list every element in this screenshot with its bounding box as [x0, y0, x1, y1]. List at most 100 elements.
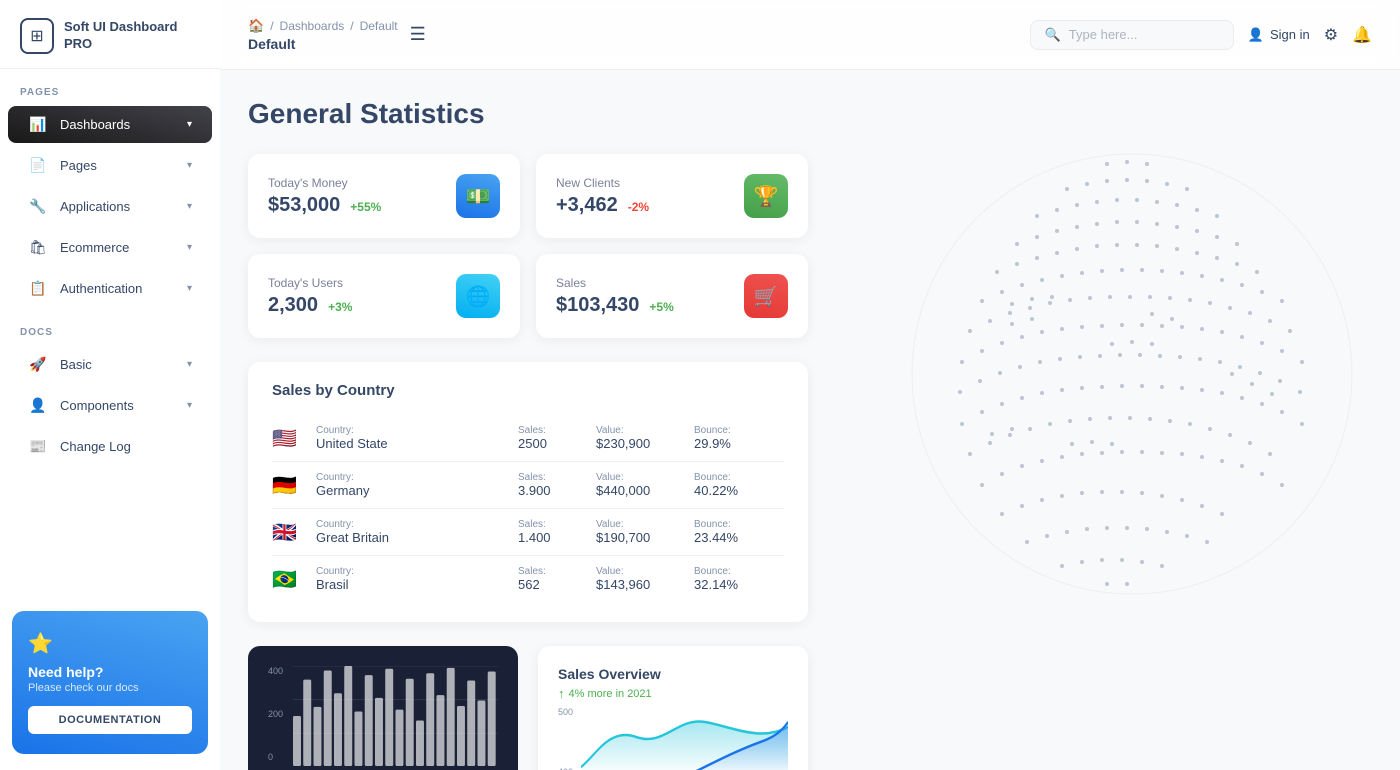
- help-title: Need help?: [28, 664, 192, 680]
- stat-money-icon: 💵: [456, 174, 500, 218]
- user-icon: 👤: [1248, 27, 1264, 43]
- sidebar-components-label: Components: [60, 398, 175, 413]
- value-us: $230,900: [596, 436, 686, 451]
- logo-icon: ⊞: [20, 18, 54, 54]
- stat-clients-label: New Clients: [556, 176, 649, 190]
- sidebar-item-pages[interactable]: 📄 Pages ▾: [8, 147, 212, 184]
- sales-overview-trend-icon: ↑: [558, 686, 565, 701]
- breadcrumb-dashboards[interactable]: Dashboards: [280, 19, 345, 33]
- logo-text: Soft UI Dashboard PRO: [64, 19, 200, 53]
- sidebar-help-card: ⭐ Need help? Please check our docs DOCUM…: [12, 611, 208, 754]
- sales-de: 3.900: [518, 483, 588, 498]
- pages-icon: 📄: [28, 157, 48, 174]
- sidebar-item-dashboards[interactable]: 📊 Dashboards ▾: [8, 106, 212, 143]
- topbar-right: 🔍 👤 Sign in ⚙ 🔔: [1030, 20, 1372, 50]
- page-title: General Statistics: [248, 98, 1372, 130]
- flag-br: 🇧🇷: [272, 567, 308, 592]
- stat-clients-icon: 🏆: [744, 174, 788, 218]
- stat-users-change: +3%: [328, 300, 352, 314]
- sidebar-changelog-label: Change Log: [60, 439, 192, 454]
- stat-money-label: Today's Money: [268, 176, 381, 190]
- help-star-icon: ⭐: [28, 631, 192, 656]
- ecommerce-icon: 🛍: [28, 239, 48, 256]
- flag-de: 🇩🇪: [272, 473, 308, 498]
- stat-clients-change: -2%: [628, 200, 649, 214]
- country-row-br: 🇧🇷 Country: Brasil Sales: 562 Value: $14…: [272, 556, 784, 602]
- stat-money-change: +55%: [350, 200, 381, 214]
- pages-section-label: PAGES: [0, 69, 220, 104]
- sidebar-item-changelog[interactable]: 📰 Change Log: [8, 428, 212, 465]
- country-name-br: Brasil: [316, 577, 510, 592]
- stat-card-users: Today's Users 2,300 +3% 🌐: [248, 254, 520, 338]
- breadcrumb-current-page: Default: [248, 36, 398, 52]
- authentication-chevron-icon: ▾: [187, 283, 192, 294]
- country-name-de: Germany: [316, 483, 510, 498]
- sign-in-button[interactable]: 👤 Sign in: [1248, 27, 1310, 43]
- sales-gb: 1.400: [518, 530, 588, 545]
- applications-chevron-icon: ▾: [187, 201, 192, 212]
- topbar: 🏠 / Dashboards / Default Default ☰ 🔍 👤 S…: [220, 0, 1400, 70]
- hamburger-menu-icon[interactable]: ☰: [410, 24, 426, 45]
- search-input[interactable]: [1069, 27, 1219, 42]
- sales-line-chart: [581, 707, 788, 770]
- bell-icon[interactable]: 🔔: [1352, 25, 1372, 45]
- documentation-button[interactable]: DOCUMENTATION: [28, 706, 192, 734]
- globe-area: [832, 154, 1372, 770]
- stat-users-label: Today's Users: [268, 276, 352, 290]
- sales-by-country-section: Sales by Country 🇺🇸 Country: United Stat…: [248, 362, 808, 622]
- y-label-400: 400: [268, 666, 283, 676]
- stat-users-icon: 🌐: [456, 274, 500, 318]
- search-box[interactable]: 🔍: [1030, 20, 1234, 50]
- value-de: $440,000: [596, 483, 686, 498]
- sales-overview-card: Sales Overview ↑ 4% more in 2021 500 400: [538, 646, 808, 770]
- basic-icon: 🚀: [28, 356, 48, 373]
- country-row-gb: 🇬🇧 Country: Great Britain Sales: 1.400 V…: [272, 509, 784, 556]
- sales-y-500: 500: [558, 707, 573, 717]
- sidebar-logo: ⊞ Soft UI Dashboard PRO: [0, 0, 220, 69]
- sidebar-item-authentication[interactable]: 📋 Authentication ▾: [8, 270, 212, 307]
- help-subtitle: Please check our docs: [28, 682, 192, 694]
- sales-overview-subtitle: 4% more in 2021: [569, 688, 652, 700]
- y-label-200: 200: [268, 709, 283, 719]
- home-icon: 🏠: [248, 18, 264, 34]
- bounce-de: 40.22%: [694, 483, 784, 498]
- breadcrumb-sep-2: /: [350, 19, 353, 33]
- value-gb: $190,700: [596, 530, 686, 545]
- dashboards-icon: 📊: [28, 116, 48, 133]
- breadcrumb-default-link[interactable]: Default: [360, 19, 398, 33]
- ecommerce-chevron-icon: ▾: [187, 242, 192, 253]
- bounce-us: 29.9%: [694, 436, 784, 451]
- stat-sales-icon: 🛒: [744, 274, 788, 318]
- components-chevron-icon: ▾: [187, 400, 192, 411]
- sales-us: 2500: [518, 436, 588, 451]
- settings-icon[interactable]: ⚙: [1324, 25, 1338, 45]
- country-name-us: United State: [316, 436, 510, 451]
- components-icon: 👤: [28, 397, 48, 414]
- bottom-charts: 400 200 0: [248, 646, 808, 770]
- stat-sales-label: Sales: [556, 276, 674, 290]
- sidebar-ecommerce-label: Ecommerce: [60, 240, 175, 255]
- sidebar-pages-label: Pages: [60, 158, 175, 173]
- country-row-us: 🇺🇸 Country: United State Sales: 2500 Val…: [272, 415, 784, 462]
- stat-money-value: $53,000: [268, 194, 340, 217]
- sidebar-item-ecommerce[interactable]: 🛍 Ecommerce ▾: [8, 229, 212, 266]
- flag-gb: 🇬🇧: [272, 520, 308, 545]
- dashboards-chevron-icon: ▾: [187, 119, 192, 130]
- bar-chart-card: 400 200 0: [248, 646, 518, 770]
- stat-sales-value: $103,430: [556, 294, 639, 317]
- sales-br: 562: [518, 577, 588, 592]
- applications-icon: 🔧: [28, 198, 48, 215]
- changelog-icon: 📰: [28, 438, 48, 455]
- sales-by-country-title: Sales by Country: [272, 382, 784, 399]
- bar-chart-svg: [293, 666, 498, 766]
- y-label-0: 0: [268, 752, 283, 762]
- docs-section-label: DOCS: [0, 309, 220, 344]
- globe-svg: [812, 134, 1400, 654]
- stat-card-money: Today's Money $53,000 +55% 💵: [248, 154, 520, 238]
- sidebar-authentication-label: Authentication: [60, 281, 175, 296]
- sidebar-item-basic[interactable]: 🚀 Basic ▾: [8, 346, 212, 383]
- pages-chevron-icon: ▾: [187, 160, 192, 171]
- stat-cards: Today's Money $53,000 +55% 💵 New Clients…: [248, 154, 808, 338]
- sidebar-item-applications[interactable]: 🔧 Applications ▾: [8, 188, 212, 225]
- sidebar-item-components[interactable]: 👤 Components ▾: [8, 387, 212, 424]
